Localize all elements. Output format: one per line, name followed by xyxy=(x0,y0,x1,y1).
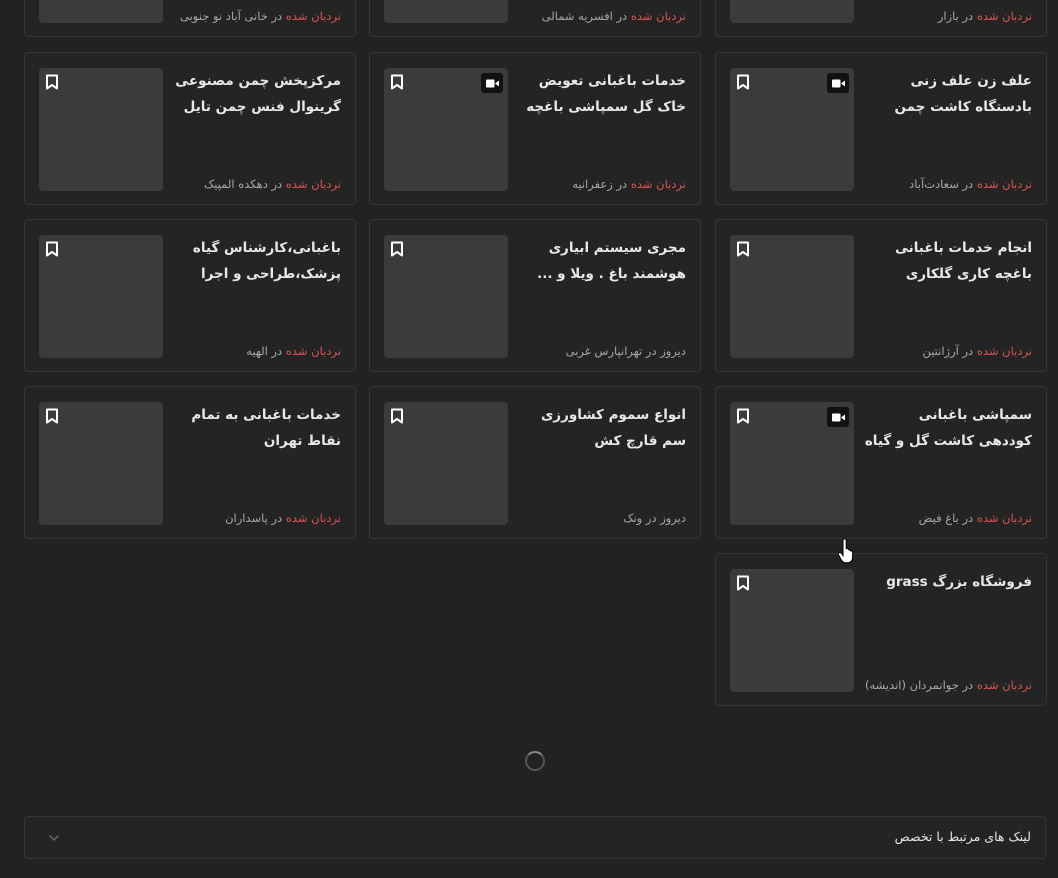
bookmark-icon[interactable] xyxy=(736,74,750,90)
post-thumbnail[interactable] xyxy=(384,68,508,191)
post-thumbnail[interactable] xyxy=(730,0,854,23)
post-meta: نردبان شده در الهیه xyxy=(246,344,341,358)
post-title[interactable]: فروشگاه بزرگ grass xyxy=(864,569,1032,595)
post-title[interactable]: خدمات باغبانی به تمام نقاط تهران xyxy=(173,402,341,454)
video-camera-icon xyxy=(831,79,845,87)
post-meta: نردبان شده در زعفرانیه xyxy=(572,177,686,191)
video-badge xyxy=(827,407,849,427)
post-title[interactable]: مرکزپخش چمن مصنوعی گرینوال فنس چمن تایل … xyxy=(173,68,341,122)
post-title[interactable]: سمپاشی باغبانی کوددهی کاشت گل و گیاه خدم… xyxy=(864,402,1032,456)
video-badge xyxy=(827,73,849,93)
chevron-down-icon[interactable] xyxy=(47,831,61,845)
ladder-label: نردبان شده xyxy=(285,177,341,191)
post-thumbnail[interactable] xyxy=(730,235,854,358)
ladder-label: نردبان شده xyxy=(285,511,341,525)
bookmark-icon[interactable] xyxy=(390,408,404,424)
post-title[interactable]: مجری سیستم ابیاری هوشمند باغ . ویلا و ..… xyxy=(518,235,686,287)
bookmark-icon[interactable] xyxy=(45,408,59,424)
bookmark-icon[interactable] xyxy=(390,74,404,90)
post-location: در سعادت‌آباد xyxy=(909,177,977,191)
post-meta: نردبان شده در افسریه شمالی xyxy=(542,9,686,23)
post-thumbnail[interactable] xyxy=(730,569,854,692)
video-badge xyxy=(481,73,503,93)
bookmark-icon[interactable] xyxy=(45,241,59,257)
ladder-label: نردبان شده xyxy=(976,511,1032,525)
post-location: در جوانمردان (اندیشه) xyxy=(864,678,977,692)
post-card[interactable]: نردبان شده در بازار xyxy=(715,0,1047,37)
post-thumbnail[interactable] xyxy=(384,235,508,358)
ladder-label: نردبان شده xyxy=(285,9,341,23)
post-thumbnail[interactable] xyxy=(39,0,163,23)
post-card[interactable]: علف زن علف زنی بادستگاه کاشت چمن طبیعی ن… xyxy=(715,52,1047,205)
ladder-label: نردبان شده xyxy=(976,177,1032,191)
post-meta: نردبان شده در بازار xyxy=(938,9,1032,23)
post-card[interactable]: انواع سموم کشاورزی سم قارچ کش دیروز در و… xyxy=(369,386,701,539)
post-meta: نردبان شده در باغ فیض xyxy=(919,511,1032,525)
ladder-label: نردبان شده xyxy=(285,344,341,358)
hand-pointer-cursor-icon xyxy=(837,538,854,564)
post-location: در باغ فیض xyxy=(918,511,977,525)
post-location: در زعفرانیه xyxy=(572,177,631,191)
post-thumbnail[interactable] xyxy=(730,68,854,191)
loading-spinner xyxy=(525,751,545,771)
post-thumbnail[interactable] xyxy=(39,68,163,191)
ladder-label: نردبان شده xyxy=(976,344,1032,358)
ladder-label: نردبان شده xyxy=(630,177,686,191)
post-meta: نردبان شده در سعادت‌آباد xyxy=(909,177,1032,191)
bookmark-icon[interactable] xyxy=(736,241,750,257)
post-meta: نردبان شده در دهکده المپیک xyxy=(204,177,341,191)
post-location: در الهیه xyxy=(246,344,286,358)
bookmark-icon[interactable] xyxy=(736,575,750,591)
post-thumbnail[interactable] xyxy=(384,0,508,23)
post-title[interactable]: خدمات باغبانی تعویض خاک گل سمپاشی باغچه … xyxy=(518,68,686,122)
post-meta: نردبان شده در آرژانتین xyxy=(922,344,1032,358)
post-location: در افسریه شمالی xyxy=(541,9,631,23)
post-location: دیروز در ونک xyxy=(623,511,686,525)
post-thumbnail[interactable] xyxy=(39,235,163,358)
bookmark-icon[interactable] xyxy=(736,408,750,424)
bookmark-icon[interactable] xyxy=(390,241,404,257)
related-links-label: لینک های مرتبط با تخصص xyxy=(894,829,1031,844)
post-card[interactable]: مرکزپخش چمن مصنوعی گرینوال فنس چمن تایل … xyxy=(24,52,356,205)
post-title[interactable]: انواع سموم کشاورزی سم قارچ کش xyxy=(518,402,686,454)
post-location: دیروز در تهرانپارس غربی xyxy=(565,344,686,358)
ladder-label: نردبان شده xyxy=(630,9,686,23)
post-title[interactable]: علف زن علف زنی بادستگاه کاشت چمن طبیعی xyxy=(864,68,1032,122)
post-card[interactable]: نردبان شده در خانی آباد نو جنوبی xyxy=(24,0,356,37)
post-location: در خانی آباد نو جنوبی xyxy=(180,9,286,23)
post-thumbnail[interactable] xyxy=(730,402,854,525)
video-camera-icon xyxy=(831,413,845,421)
ladder-label: نردبان شده xyxy=(976,678,1032,692)
post-thumbnail[interactable] xyxy=(384,402,508,525)
post-card[interactable]: مجری سیستم ابیاری هوشمند باغ . ویلا و ..… xyxy=(369,219,701,372)
post-title[interactable]: باغبانی،کارشناس گیاه پزشک،طراحی و اجرا ر… xyxy=(173,235,341,289)
post-card[interactable]: انجام خدمات باغبانی باغچه کاری گلکاری نر… xyxy=(715,219,1047,372)
post-title[interactable]: انجام خدمات باغبانی باغچه کاری گلکاری xyxy=(864,235,1032,287)
post-meta: نردبان شده در جوانمردان (اندیشه) xyxy=(865,678,1032,692)
post-location: در آرژانتین xyxy=(922,344,977,358)
post-location: در بازار xyxy=(937,9,977,23)
post-thumbnail[interactable] xyxy=(39,402,163,525)
post-card[interactable]: خدمات باغبانی تعویض خاک گل سمپاشی باغچه … xyxy=(369,52,701,205)
post-card[interactable]: باغبانی،کارشناس گیاه پزشک،طراحی و اجرا ر… xyxy=(24,219,356,372)
bookmark-icon[interactable] xyxy=(45,74,59,90)
ladder-label: نردبان شده xyxy=(976,9,1032,23)
post-meta: دیروز در ونک xyxy=(623,511,686,525)
post-card[interactable]: فروشگاه بزرگ grass نردبان شده در جوانمرد… xyxy=(715,553,1047,706)
video-camera-icon xyxy=(485,79,499,87)
post-location: در دهکده المپیک xyxy=(204,177,286,191)
post-meta: نردبان شده در پاسداران xyxy=(225,511,341,525)
post-card[interactable]: نردبان شده در افسریه شمالی xyxy=(369,0,701,37)
post-card[interactable]: خدمات باغبانی به تمام نقاط تهران نردبان … xyxy=(24,386,356,539)
page: نردبان شده در بازار نردبان شده در افسریه… xyxy=(0,0,1058,878)
related-links-accordion[interactable]: لینک های مرتبط با تخصص xyxy=(24,816,1046,859)
post-card[interactable]: سمپاشی باغبانی کوددهی کاشت گل و گیاه خدم… xyxy=(715,386,1047,539)
post-meta: نردبان شده در خانی آباد نو جنوبی xyxy=(180,9,341,23)
post-meta: دیروز در تهرانپارس غربی xyxy=(566,344,686,358)
post-location: در پاسداران xyxy=(225,511,286,525)
